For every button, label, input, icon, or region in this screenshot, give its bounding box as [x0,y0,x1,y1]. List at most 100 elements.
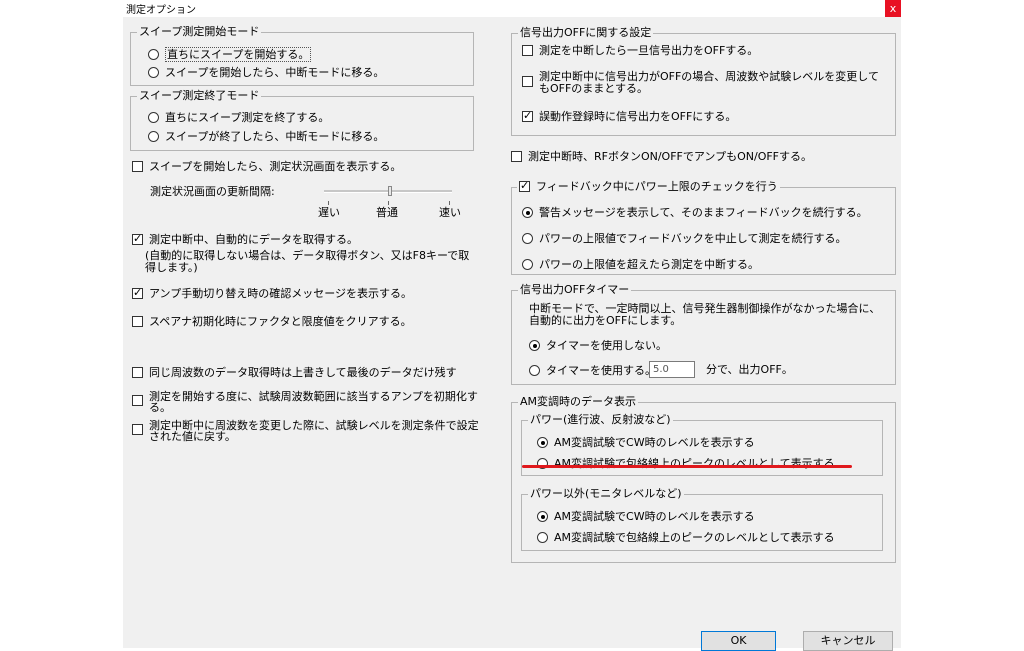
radio-sweep-end-pause[interactable]: スイープが終了したら、中断モードに移る。 [148,130,384,143]
checkbox[interactable] [522,45,533,56]
checkbox-label: フィードバック中にパワー上限のチェックを行う [536,180,778,193]
radio-feedback-pause[interactable]: パワーの上限値を超えたら測定を中断する。 [522,258,759,271]
close-icon: x [889,2,897,15]
radio-button[interactable] [522,233,533,244]
am-non-power-group: パワー以外(モニタレベルなど) AM変調試験でCW時のレベルを表示する AM変調… [521,487,883,551]
signal-off-keep-checkbox[interactable]: 測定中断中に信号出力がOFFの場合、周波数や試験レベルを変更してもOFFのままと… [522,71,884,95]
radio-label: スイープを開始したら、中断モードに移る。 [165,66,385,79]
window-title: 測定オプション [126,5,196,16]
radio-timer-disabled[interactable]: タイマーを使用しない。 [529,339,667,352]
slider-tick [449,201,450,205]
update-interval-label: 測定状況画面の更新間隔: [150,185,275,198]
tick-label-normal: 普通 [376,206,398,219]
slider-tick [388,201,389,205]
sweep-start-mode-group: スイープ測定開始モード 直ちにスイープを開始する。 スイープを開始したら、中断モ… [130,25,474,86]
checkbox[interactable] [522,76,533,87]
checkbox[interactable] [519,179,530,192]
radio-button[interactable] [537,532,548,543]
highlight-underline [522,465,852,468]
checkbox-label: アンプ手動切り替え時の確認メッセージを表示する。 [149,287,413,300]
options-dialog: 測定オプション x スイープ測定開始モード 直ちにスイープを開始する。 スイープ… [123,0,901,651]
tick-label-fast: 速い [439,206,461,219]
radio-label: タイマーを使用しない。 [546,339,667,352]
group-legend: 信号出力OFFタイマー [518,283,632,297]
slider-tick [328,201,329,205]
checkbox[interactable] [132,424,143,435]
radio-button[interactable] [148,131,159,142]
radio-label: AM変調試験で包絡線上のピークのレベルとして表示する [554,531,835,544]
signal-off-timer-group: 信号出力OFFタイマー 中断モードで、一定時間以上、信号発生器制御操作がなかった… [511,283,896,385]
group-legend: AM変調時のデータ表示 [518,395,639,409]
cancel-button[interactable]: キャンセル [803,631,893,651]
radio-sweep-start-immediate[interactable]: 直ちにスイープを開始する。 [148,47,312,62]
radio-button[interactable] [522,259,533,270]
spana-init-clear-checkbox[interactable]: スペアナ初期化時にファクタと限度値をクリアする。 [132,315,412,328]
sweep-end-mode-group: スイープ測定終了モード 直ちにスイープ測定を終了する。 スイープが終了したら、中… [130,89,474,151]
radio-button[interactable] [148,112,159,123]
checkbox-label: 測定を中断したら一旦信号出力をOFFする。 [539,44,759,57]
checkbox-label: 測定中断中、自動的にデータを取得する。 [149,233,358,246]
checkbox-label: 測定中断中に周波数を変更した際に、試験レベルを測定条件で設定された値に戻す。 [149,419,479,443]
timer-minutes-input[interactable]: 5.0 [649,361,695,378]
checkbox-label: 測定を開始する度に、試験周波数範囲に該当するアンプを初期化する。 [149,390,478,414]
radio-am-power-peak[interactable]: AM変調試験で包絡線上のピークのレベルとして表示する [537,457,835,470]
radio-label: 直ちにスイープを開始する。 [165,47,312,62]
radio-label: タイマーを使用する。 [546,364,656,377]
checkbox[interactable] [132,367,143,378]
slider-thumb[interactable] [388,186,392,196]
radio-label: AM変調試験でCW時のレベルを表示する [554,436,755,449]
tick-label-slow: 遅い [318,206,340,219]
radio-label: パワーの上限値を超えたら測定を中断する。 [539,258,759,271]
timer-description: 中断モードで、一定時間以上、信号発生器制御操作がなかった場合に、自動的に出力をO… [529,302,881,327]
radio-am-nonpower-peak[interactable]: AM変調試験で包絡線上のピークのレベルとして表示する [537,531,835,544]
radio-button[interactable] [537,437,548,448]
signal-off-malfunction-checkbox[interactable]: 誤動作登録時に信号出力をOFFにする。 [522,109,737,123]
radio-button[interactable] [537,511,548,522]
radio-button[interactable] [148,49,159,60]
auto-acquire-checkbox[interactable]: 測定中断中、自動的にデータを取得する。 [132,232,358,246]
radio-label: パワーの上限値でフィードバックを中止して測定を続行する。 [539,232,847,245]
radio-sweep-start-pause[interactable]: スイープを開始したら、中断モードに移る。 [148,66,384,79]
radio-button[interactable] [529,340,540,351]
radio-button[interactable] [148,67,159,78]
radio-feedback-warn-continue[interactable]: 警告メッセージを表示して、そのままフィードバックを続行する。 [522,206,868,219]
radio-am-power-cw[interactable]: AM変調試験でCW時のレベルを表示する [537,436,755,449]
radio-button[interactable] [529,365,540,376]
am-display-group: AM変調時のデータ表示 パワー(進行波、反射波など) AM変調試験でCW時のレベ… [511,395,896,563]
radio-label: AM変調試験でCW時のレベルを表示する [554,510,755,523]
signal-off-on-pause-checkbox[interactable]: 測定を中断したら一旦信号出力をOFFする。 [522,44,758,57]
radio-sweep-end-immediate[interactable]: 直ちにスイープ測定を終了する。 [148,111,329,124]
checkbox[interactable] [132,161,143,172]
signal-off-group: 信号出力OFFに関する設定 測定を中断したら一旦信号出力をOFFする。 測定中断… [511,26,896,136]
group-legend: パワー以外(モニタレベルなど) [528,487,684,501]
radio-button[interactable] [522,207,533,218]
checkbox[interactable] [132,286,143,299]
group-legend: 信号出力OFFに関する設定 [518,26,654,40]
radio-timer-enabled[interactable]: タイマーを使用する。 [529,364,656,377]
group-legend: スイープ測定終了モード [137,89,262,103]
ok-button[interactable]: OK [701,631,776,651]
feedback-power-limit-checkbox[interactable]: フィードバック中にパワー上限のチェックを行う [517,179,780,193]
group-legend: パワー(進行波、反射波など) [528,413,673,427]
show-status-checkbox[interactable]: スイープを開始したら、測定状況画面を表示する。 [132,160,401,173]
checkbox[interactable] [511,151,522,162]
rf-button-amp-checkbox[interactable]: 測定中断時、RFボタンON/OFFでアンプもON/OFFする。 [511,150,812,163]
close-button[interactable]: x [885,0,901,17]
checkbox-label: スイープを開始したら、測定状況画面を表示する。 [149,160,402,173]
radio-am-nonpower-cw[interactable]: AM変調試験でCW時のレベルを表示する [537,510,755,523]
init-amp-checkbox[interactable]: 測定を開始する度に、試験周波数範囲に該当するアンプを初期化する。 [132,391,484,413]
group-legend: スイープ測定開始モード [137,25,262,39]
restore-level-checkbox[interactable]: 測定中断中に周波数を変更した際に、試験レベルを測定条件で設定された値に戻す。 [132,420,489,442]
checkbox-label: 測定中断時、RFボタンON/OFFでアンプもON/OFFする。 [528,150,813,163]
checkbox[interactable] [522,109,533,122]
feedback-power-limit-group: フィードバック中にパワー上限のチェックを行う 警告メッセージを表示して、そのまま… [511,179,896,275]
checkbox[interactable] [132,232,143,245]
radio-feedback-stop-continue[interactable]: パワーの上限値でフィードバックを中止して測定を続行する。 [522,232,846,245]
checkbox[interactable] [132,395,143,406]
checkbox-label: スペアナ初期化時にファクタと限度値をクリアする。 [149,315,412,328]
amp-switch-confirm-checkbox[interactable]: アンプ手動切り替え時の確認メッセージを表示する。 [132,286,413,300]
checkbox-label: 誤動作登録時に信号出力をOFFにする。 [539,110,737,123]
checkbox[interactable] [132,316,143,327]
timer-suffix: 分で、出力OFF。 [706,363,793,376]
overwrite-same-freq-checkbox[interactable]: 同じ周波数のデータ取得時は上書きして最後のデータだけ残す [132,366,457,379]
